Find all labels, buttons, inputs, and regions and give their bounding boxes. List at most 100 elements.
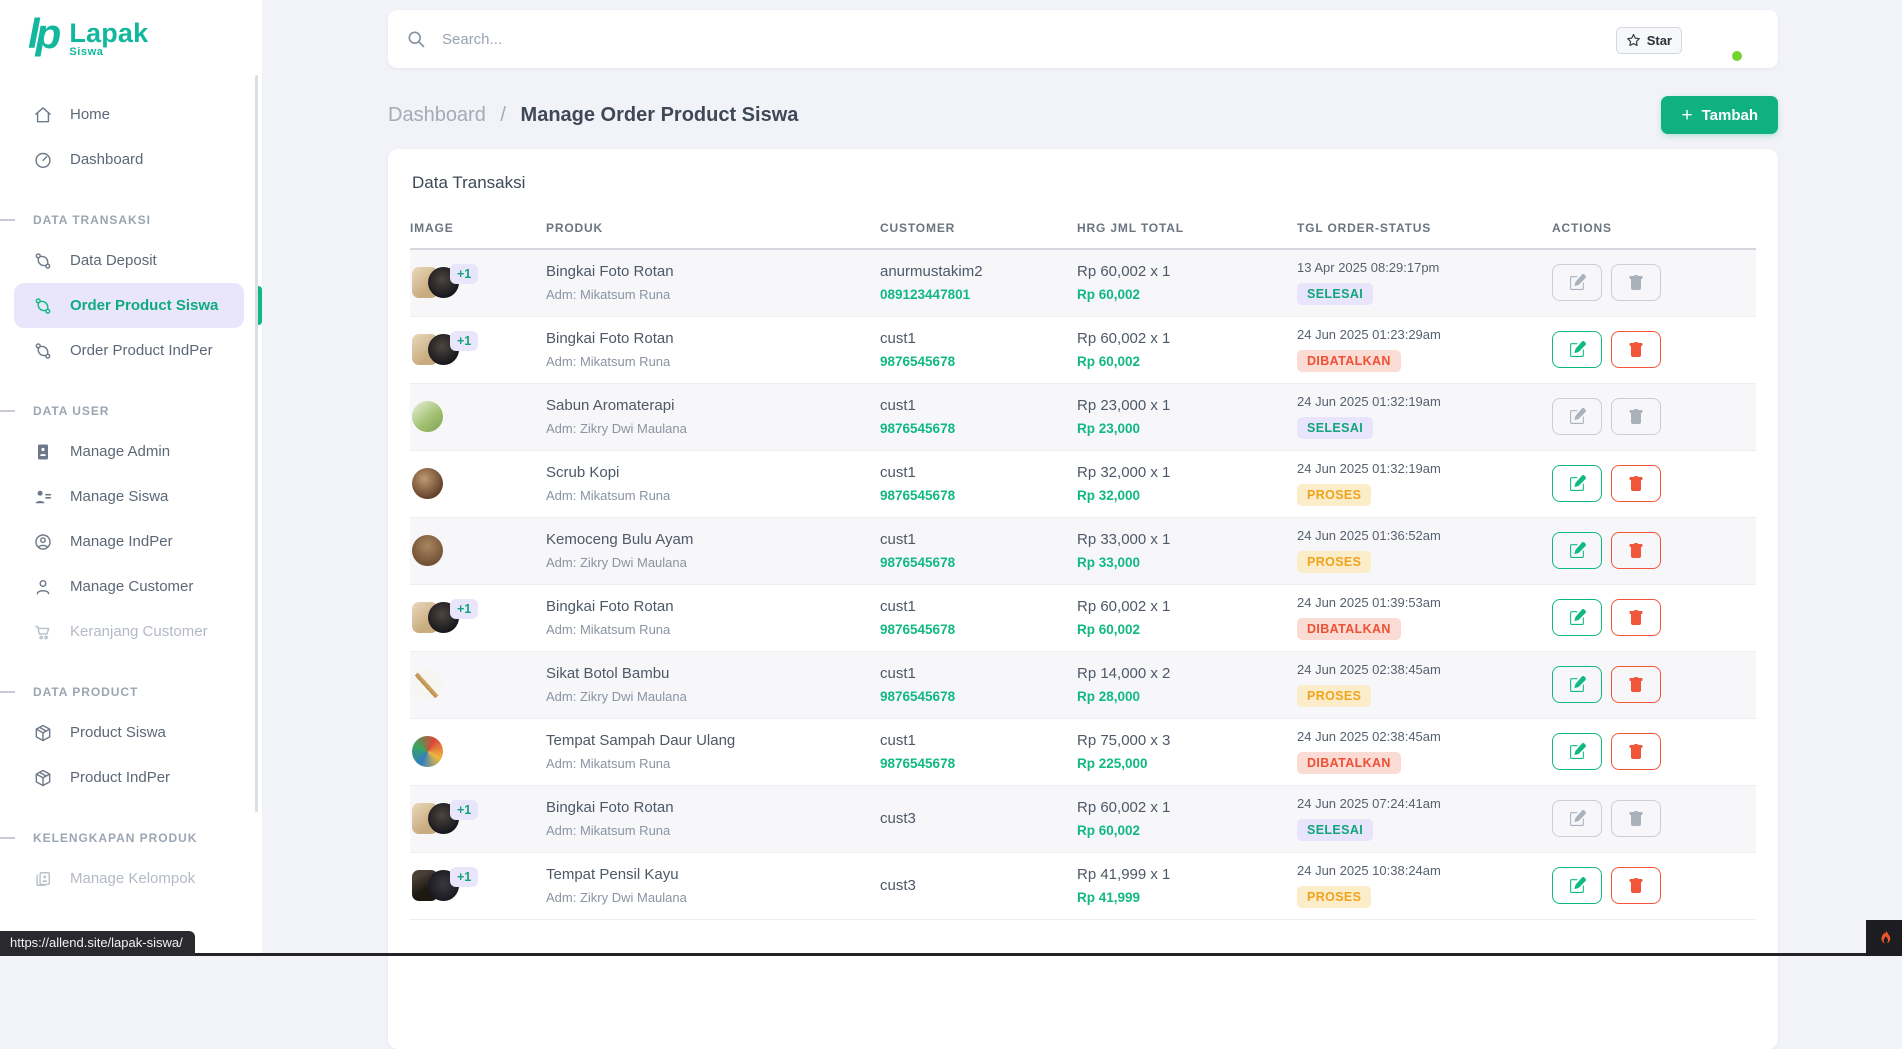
status-badge: SELESAI [1297,417,1373,439]
star-button[interactable]: Star [1616,27,1682,54]
status-badge: SELESAI [1297,283,1373,305]
edit-button[interactable] [1552,666,1602,703]
row-actions [1552,465,1748,502]
edit-button[interactable] [1552,465,1602,502]
sidebar-item-product-indper[interactable]: Product IndPer [0,755,244,800]
data-transaksi-card: Data Transaksi IMAGEPRODUKCUSTOMERHRG JM… [388,149,1778,1049]
status-badge: DIBATALKAN [1297,350,1401,372]
row-actions [1552,666,1748,703]
main-area: Star Dashboard / Manage Order Product Si… [262,0,1902,956]
row-actions [1552,398,1748,435]
delete-button[interactable] [1611,465,1661,502]
edit-button[interactable] [1552,599,1602,636]
product-thumbs [410,401,538,432]
delete-button[interactable] [1611,331,1661,368]
order-icon [33,251,53,271]
row-actions [1552,599,1748,636]
status-badge: PROSES [1297,886,1371,908]
sidebar-item-label: Keranjang Customer [70,623,208,640]
sidebar-item-dashboard[interactable]: Dashboard [0,137,244,182]
price-qty: Rp 14,000 x 2 [1077,665,1289,682]
product-admin: Adm: Zikry Dwi Maulana [546,890,872,905]
table-row: +1Tempat Pensil KayuAdm: Zikry Dwi Maula… [410,852,1756,919]
more-images-badge: +1 [450,800,478,820]
sidebar-item-order-product-indper[interactable]: Order Product IndPer [0,328,244,373]
trash-icon [1628,878,1644,894]
price-qty: Rp 23,000 x 1 [1077,397,1289,414]
sidebar-scrollbar[interactable] [255,75,258,812]
product-thumbs [410,468,538,499]
customer-name: cust1 [880,330,1069,347]
order-icon [33,296,53,316]
edit-icon [1569,475,1586,492]
edit-icon [1569,609,1586,626]
more-images-badge: +1 [450,331,478,351]
customer-phone: 9876545678 [880,421,1069,436]
edit-button[interactable] [1552,331,1602,368]
price-qty: Rp 33,000 x 1 [1077,531,1289,548]
app-logo[interactable]: lp Lapak Siswa [0,0,262,82]
sidebar-item-manage-kelompok[interactable]: Manage Kelompok [0,856,244,901]
customer-phone: 089123447801 [880,287,1069,302]
topbar: Star [388,10,1778,68]
delete-button[interactable] [1611,733,1661,770]
breadcrumb-parent[interactable]: Dashboard [388,104,486,126]
order-date: 24 Jun 2025 01:36:52am [1297,528,1544,543]
sidebar-item-order-product-siswa[interactable]: Order Product Siswa [14,283,244,328]
price-total: Rp 60,002 [1077,823,1289,838]
sidebar-item-manage-admin[interactable]: Manage Admin [0,429,244,474]
delete-button[interactable] [1611,666,1661,703]
sidebar-item-manage-indper[interactable]: Manage IndPer [0,519,244,564]
edit-icon [1569,810,1586,827]
order-date: 24 Jun 2025 01:39:53am [1297,595,1544,610]
status-badge: PROSES [1297,484,1371,506]
product-admin: Adm: Zikry Dwi Maulana [546,555,872,570]
tambah-button[interactable]: + Tambah [1661,96,1778,134]
table-row: +1Bingkai Foto RotanAdm: Mikatsum Runacu… [410,316,1756,383]
column-header-tgl-order-status: TGL ORDER-STATUS [1297,211,1552,249]
sidebar-section-data-product: DATA PRODUCT [0,684,262,700]
trash-icon [1628,610,1644,626]
sidebar-item-product-siswa[interactable]: Product Siswa [0,710,244,755]
sidebar-item-label: Manage Siswa [70,488,168,505]
product-admin: Adm: Mikatsum Runa [546,287,872,302]
debug-toolbar-button[interactable] [1866,920,1902,956]
more-images-badge: +1 [450,867,478,887]
price-qty: Rp 41,999 x 1 [1077,866,1289,883]
sidebar-section-data-user: DATA USER [0,403,262,419]
delete-button[interactable] [1611,867,1661,904]
delete-button [1611,398,1661,435]
delete-button[interactable] [1611,599,1661,636]
table-row: +1Bingkai Foto RotanAdm: Mikatsum Runaan… [410,249,1756,316]
transactions-table: IMAGEPRODUKCUSTOMERHRG JML TOTALTGL ORDE… [410,211,1756,920]
trash-icon [1628,275,1644,291]
sidebar-item-data-deposit[interactable]: Data Deposit [0,238,244,283]
more-images-badge: +1 [450,599,478,619]
edit-button[interactable] [1552,733,1602,770]
edit-button[interactable] [1552,532,1602,569]
sidebar-item-home[interactable]: Home [0,92,244,137]
edit-icon [1569,408,1586,425]
product-thumbs: +1 [410,334,538,365]
price-total: Rp 225,000 [1077,756,1289,771]
status-dot [1732,51,1742,61]
edit-button[interactable] [1552,867,1602,904]
order-date: 24 Jun 2025 01:32:19am [1297,461,1544,476]
sidebar-item-manage-siswa[interactable]: Manage Siswa [0,474,244,519]
customer-name: cust1 [880,732,1069,749]
users-icon [33,487,53,507]
logo-name: Lapak [69,20,148,46]
sidebar-section-data-transaksi: DATA TRANSAKSI [0,212,262,228]
price-qty: Rp 60,002 x 1 [1077,799,1289,816]
cart-icon [33,622,53,642]
status-badge: PROSES [1297,551,1371,573]
user-icon [33,577,53,597]
customer-name: cust1 [880,464,1069,481]
row-actions [1552,800,1748,837]
sidebar-item-manage-customer[interactable]: Manage Customer [0,564,244,609]
sidebar-item-label: Manage IndPer [70,533,173,550]
delete-button[interactable] [1611,532,1661,569]
search-input[interactable] [440,30,860,49]
edit-icon [1569,743,1586,760]
sidebar-item-keranjang-customer[interactable]: Keranjang Customer [0,609,244,654]
